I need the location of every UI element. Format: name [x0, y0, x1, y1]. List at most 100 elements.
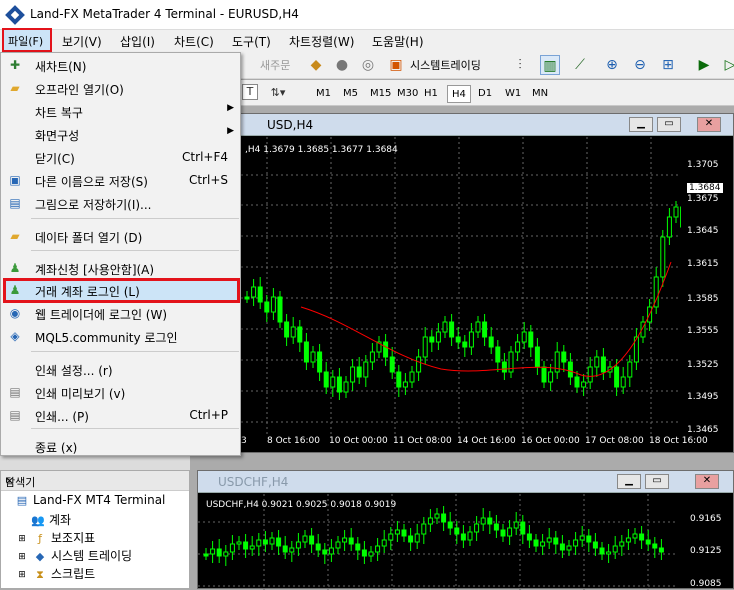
candlestick: [496, 340, 500, 372]
signal-icon[interactable]: ◎: [358, 55, 378, 75]
menu-window[interactable]: 차트정렬(W): [289, 33, 354, 50]
menu-insert[interactable]: 삽입(I): [120, 33, 155, 50]
price-plot[interactable]: [198, 494, 678, 590]
file-menu-item-15[interactable]: ▤인쇄... (P)Ctrl+P: [1, 404, 240, 426]
file-menu-item-10[interactable]: ♟거래 계좌 로그인 (L): [1, 279, 240, 301]
timeframe-m1-button[interactable]: M1: [312, 85, 335, 103]
file-menu-item-7[interactable]: ▤ 그림으로 저장하기(I)...: [1, 192, 240, 214]
timeframe-h1-button[interactable]: H1: [420, 85, 442, 103]
timeframe-m15-button[interactable]: M15: [366, 85, 395, 103]
line-chart-icon[interactable]: ⟋: [570, 55, 590, 75]
price-axis-label: 1.3585: [687, 294, 719, 304]
navigator-item-scripts[interactable]: ⊞⧗스크립트: [15, 565, 95, 582]
save-picture-icon: ▤: [7, 195, 23, 211]
file-menu-item-12[interactable]: ◈MQL5.community 로그인: [1, 325, 240, 347]
tile-windows-icon[interactable]: ⊞: [658, 55, 678, 75]
minimize-button[interactable]: ▁: [617, 474, 641, 489]
candlestick: [560, 535, 564, 558]
candlestick: [640, 526, 644, 549]
navigator-root[interactable]: ▤Land-FX MT4 Terminal: [15, 493, 165, 508]
menu-file[interactable]: 파일(F): [2, 28, 52, 52]
candlestick: [527, 525, 531, 548]
file-menu-item-9[interactable]: ♟계좌신청 [사용안함](A): [1, 257, 240, 279]
chart-shift-icon[interactable]: ▷: [720, 55, 734, 75]
navigator-item-accounts[interactable]: 👥계좌: [31, 511, 71, 528]
close-icon[interactable]: ×: [5, 474, 185, 487]
zoom-in-icon[interactable]: ⊕: [602, 55, 622, 75]
candlestick: [481, 508, 485, 531]
menu-item-label: 그림으로 저장하기(I)...: [35, 196, 151, 213]
restore-button[interactable]: ▭: [645, 474, 669, 489]
menu-tools[interactable]: 도구(T): [232, 33, 271, 50]
bar-chart-icon[interactable]: ⫶: [510, 55, 530, 75]
candlestick: [601, 348, 605, 380]
arrows-tool-icon[interactable]: ⇅▾: [268, 83, 288, 103]
folder-open-icon: ▰: [7, 80, 23, 96]
candlestick-icon[interactable]: ▥: [540, 55, 560, 75]
timeframe-mn-button[interactable]: MN: [528, 85, 552, 103]
timeframe-h4-button[interactable]: H4: [447, 85, 471, 103]
navigator-item-indicators[interactable]: ⊞ƒ보조지표: [15, 529, 95, 546]
candlestick: [252, 279, 256, 306]
navigator-item-expert-advisors[interactable]: ⊞◆시스템 트레이딩: [15, 547, 132, 564]
candlestick: [397, 365, 401, 397]
restore-button[interactable]: ▭: [657, 117, 681, 132]
expand-icon[interactable]: ⊞: [15, 550, 29, 564]
auto-trading-button[interactable]: 시스템트레이딩: [410, 57, 481, 73]
candlestick: [283, 536, 287, 559]
candlestick: [409, 528, 413, 551]
candlestick: [455, 521, 459, 544]
new-order-button[interactable]: 새주문: [260, 57, 290, 73]
candlestick: [501, 524, 505, 542]
file-menu-item-2[interactable]: ▰오프라인 열기(O): [1, 77, 240, 99]
file-menu-item-1[interactable]: ✚새차트(N): [1, 54, 240, 76]
timeframe-m5-button[interactable]: M5: [339, 85, 362, 103]
navigator-item-label: 계좌: [49, 513, 71, 527]
file-menu-item-5[interactable]: 닫기(C)Ctrl+F4: [1, 146, 240, 168]
auto-scroll-icon[interactable]: ▶: [694, 55, 714, 75]
candlestick: [562, 345, 566, 372]
close-button[interactable]: ✕: [697, 117, 721, 132]
text-tool-icon[interactable]: T: [242, 84, 258, 100]
file-menu-item-11[interactable]: ◉웹 트레이더에 로그인 (W): [1, 302, 240, 324]
candlestick: [461, 525, 465, 548]
terminal-icon[interactable]: ●: [332, 55, 352, 75]
close-button[interactable]: ✕: [695, 474, 719, 489]
timeframe-d1-button[interactable]: D1: [474, 85, 496, 103]
navigator-icon[interactable]: ◆: [306, 55, 326, 75]
expand-icon[interactable]: ⊞: [15, 532, 29, 546]
menu-charts[interactable]: 차트(C): [174, 33, 214, 50]
candlestick: [436, 323, 440, 350]
menu-separator: [31, 218, 239, 219]
candlestick: [516, 334, 520, 361]
candlestick: [382, 530, 386, 553]
zoom-out-icon[interactable]: ⊖: [630, 55, 650, 75]
file-menu-item-4[interactable]: 화면구성▶: [1, 123, 240, 145]
menu-item-label: 차트 복구: [35, 104, 83, 121]
file-menu-item-3[interactable]: 차트 복구▶: [1, 100, 240, 122]
price-plot[interactable]: [241, 137, 681, 435]
expand-icon[interactable]: ⊞: [15, 568, 29, 582]
open-account-icon: ♟: [7, 260, 23, 276]
menu-help[interactable]: 도움말(H): [372, 33, 424, 50]
file-menu-item-6[interactable]: ▣다른 이름으로 저장(S)Ctrl+S: [1, 169, 240, 191]
chart-window-usdchf[interactable]: USDCHF,H4 ▁ ▭ ✕ USDCHF,H4 0.9021 0.9025 …: [197, 470, 734, 589]
candlestick: [502, 353, 506, 380]
menu-item-label: MQL5.community 로그인: [35, 329, 178, 346]
candlestick: [277, 530, 281, 555]
file-menu-item-14[interactable]: ▤인쇄 미리보기 (v): [1, 381, 240, 403]
menu-item-label: 새차트(N): [35, 58, 86, 75]
file-menu-item-8[interactable]: ▰데이타 폴더 열기 (D): [1, 225, 240, 247]
timeframe-w1-button[interactable]: W1: [501, 85, 525, 103]
candlestick: [547, 528, 551, 549]
file-menu-item-16[interactable]: 종료 (x): [1, 435, 240, 457]
window-title: Land-FX MetaTrader 4 Terminal - EURUSD,H…: [30, 7, 299, 21]
auto-trading-icon[interactable]: ▣: [386, 55, 406, 75]
submenu-arrow-icon: ▶: [227, 126, 234, 136]
file-menu-item-13[interactable]: 인쇄 설정... (r): [1, 358, 240, 380]
timeframe-m30-button[interactable]: M30: [393, 85, 422, 103]
chart-window-eurusd[interactable]: USD,H4 ▁ ▭ ✕ ,H4 1.3679 1.3685 1.3677 1.…: [240, 113, 734, 453]
candlestick: [265, 295, 269, 322]
minimize-button[interactable]: ▁: [629, 117, 653, 132]
menu-view[interactable]: 보기(V): [62, 33, 102, 50]
